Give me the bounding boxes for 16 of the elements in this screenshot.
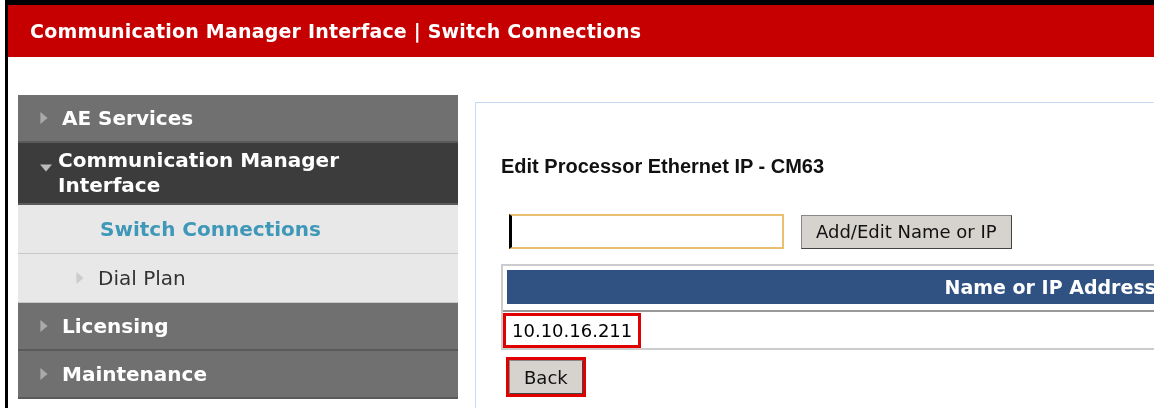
caret-right-icon	[76, 272, 84, 284]
sidebar-item[interactable]: Licensing	[18, 303, 458, 351]
caret-right-icon	[40, 320, 48, 332]
name-input-field[interactable]	[509, 214, 784, 249]
sidebar-item[interactable]: AE Services	[18, 95, 458, 143]
page-title: Communication Manager Interface | Switch Connections	[30, 20, 642, 42]
caret-down-icon	[40, 164, 52, 172]
add-edit-button[interactable]: Add/Edit Name or IP	[801, 214, 1012, 249]
sidebar-subitem[interactable]: Dial Plan	[18, 254, 458, 303]
caret-right-icon	[40, 368, 48, 380]
sidebar-item[interactable]: Maintenance	[18, 351, 458, 399]
back-button[interactable]: Back	[509, 360, 583, 394]
caret-right-icon	[40, 112, 48, 124]
page-heading: Edit Processor Ethernet IP - CM63	[501, 155, 826, 178]
sidebar-item[interactable]: Communication Manager Interface	[18, 143, 458, 205]
table-cell: 10.10.16.211	[503, 312, 642, 348]
